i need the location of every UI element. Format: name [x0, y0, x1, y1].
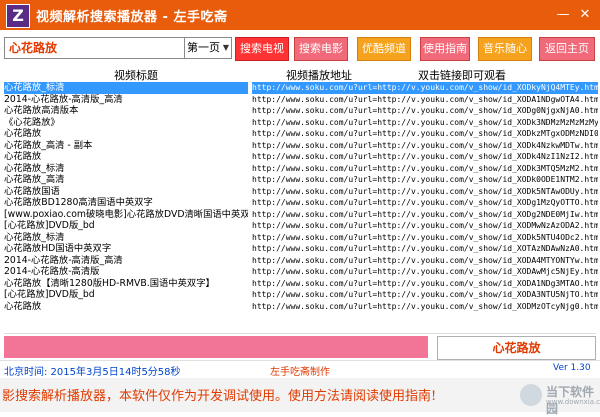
video-title: 心花路放HD国语中英双字	[4, 243, 112, 254]
video-title: 心花路放_标清	[4, 82, 248, 94]
table-row[interactable]: [心花路放]DVD版_bd http://www.soku.com/u?url=h…	[4, 220, 598, 232]
video-title: 心花路放高清版本	[4, 105, 79, 116]
footer-marquee: 影搜索解析播放器，本软件仅作为开发调试使用。使用方法请阅读使用指南!	[2, 389, 437, 404]
search-movie-button[interactable]: 搜索电影	[294, 37, 348, 61]
version-label: Ver 1.30	[553, 363, 591, 373]
table-row[interactable]: 2014-心花路放-高清版_高清 http://www.soku.com/u?ur…	[4, 255, 598, 267]
progress-bar	[4, 336, 428, 358]
video-url[interactable]: http://www.soku.com/u?url=http://v.youku…	[252, 243, 598, 255]
page-select[interactable]: 第一页 ▼	[184, 37, 232, 59]
close-button[interactable]: ✕	[578, 8, 592, 22]
video-title: 2014-心花路放-高清版_高清	[4, 254, 123, 266]
video-list[interactable]: 心花路放_标清 http://www.soku.com/u?url=http://…	[4, 82, 598, 332]
video-url[interactable]: http://www.soku.com/u?url=http://v.youku…	[252, 255, 598, 267]
video-url[interactable]: http://www.soku.com/u?url=http://v.youku…	[252, 289, 598, 301]
home-button[interactable]: 返回主页	[539, 37, 595, 61]
video-url[interactable]: http://www.soku.com/u?url=http://v.youku…	[252, 105, 598, 117]
table-row[interactable]: 心花路放HD国语中英双字 http://www.soku.com/u?url=ht…	[4, 243, 598, 255]
table-row[interactable]: 心花路放【清晰1280版HD-RMVB.国语中英双字】 http://www.so…	[4, 278, 598, 290]
video-url[interactable]: http://www.soku.com/u?url=http://v.youku…	[252, 151, 598, 163]
chevron-down-icon: ▼	[222, 43, 229, 52]
minimize-button[interactable]: —	[556, 8, 570, 22]
divider	[4, 333, 596, 334]
table-row[interactable]: 心花路放_标清 http://www.soku.com/u?url=http://…	[4, 232, 598, 244]
watermark-url: www.downxia.com	[546, 398, 600, 406]
page-select-value: 第一页	[187, 41, 220, 54]
video-url[interactable]: http://www.soku.com/u?url=http://v.youku…	[252, 140, 598, 152]
watermark-logo-icon	[520, 384, 542, 406]
table-row[interactable]: 心花路放_高清 - 副本 http://www.soku.com/u?url=ht…	[4, 140, 598, 152]
table-row[interactable]: 心花路放 http://www.soku.com/u?url=http://v.y…	[4, 301, 598, 313]
video-url[interactable]: http://www.soku.com/u?url=http://v.youku…	[252, 117, 598, 129]
youku-channel-button[interactable]: 优酷频道	[357, 37, 411, 61]
video-title: 心花路放_标清	[4, 162, 65, 174]
search-input[interactable]: 心花路放	[4, 37, 186, 59]
video-url[interactable]: http://www.soku.com/u?url=http://v.youku…	[252, 278, 598, 290]
table-row[interactable]: 心花路放国语 http://www.soku.com/u?url=http://v…	[4, 186, 598, 198]
header-hint: 双击链接即可观看	[418, 69, 506, 82]
app-icon: Z	[6, 4, 30, 28]
video-title: 2014-心花路放-高清版	[4, 266, 100, 277]
video-title: 心花路放	[4, 151, 42, 162]
video-title: 心花路放_标清	[4, 231, 65, 243]
music-button[interactable]: 音乐随心听	[478, 37, 532, 77]
video-url[interactable]: http://www.soku.com/u?url=http://v.youku…	[252, 232, 598, 244]
table-row[interactable]: [www.poxiao.com破晓电影]心花路放DVD清晰国语中英双字 http:…	[4, 209, 598, 221]
video-url[interactable]: http://www.soku.com/u?url=http://v.youku…	[252, 94, 598, 106]
video-url[interactable]: http://www.soku.com/u?url=http://v.youku…	[252, 82, 598, 94]
video-url[interactable]: http://www.soku.com/u?url=http://v.youku…	[252, 128, 598, 140]
table-row[interactable]: 心花路放高清版本 http://www.soku.com/u?url=http:/…	[4, 105, 598, 117]
video-title: 心花路放国语	[4, 185, 60, 197]
video-url[interactable]: http://www.soku.com/u?url=http://v.youku…	[252, 209, 598, 221]
video-title: [心花路放]DVD版_bd	[4, 289, 95, 300]
video-title: 心花路放BD1280高清国语中英双字	[4, 197, 153, 208]
header-title: 视频标题	[114, 69, 158, 82]
table-header: 视频标题 视频播放地址 双击链接即可观看	[4, 66, 598, 82]
search-tv-button[interactable]: 搜索电视剧	[235, 37, 289, 77]
beijing-time: 北京时间: 2015年3月5日14时5分58秒	[4, 367, 181, 378]
video-title: 心花路放【清晰1280版HD-RMVB.国语中英双字】	[4, 277, 215, 289]
video-title: [心花路放]DVD版_bd	[4, 220, 95, 231]
watermark: 当下软件园 www.downxia.com	[520, 382, 600, 416]
video-title: 心花路放_高清	[4, 174, 65, 185]
selected-title-display: 心花路放	[437, 336, 596, 360]
table-row[interactable]: 2014-心花路放-高清版 http://www.soku.com/u?url=h…	[4, 266, 598, 278]
video-title: 心花路放_高清 - 副本	[4, 139, 93, 151]
video-title: [www.poxiao.com破晓电影]心花路放DVD清晰国语中英双字	[4, 208, 248, 220]
table-row[interactable]: 心花路放_高清 http://www.soku.com/u?url=http://…	[4, 174, 598, 186]
video-url[interactable]: http://www.soku.com/u?url=http://v.youku…	[252, 266, 598, 278]
video-title: 《心花路放》	[4, 116, 60, 128]
author-credit: 左手吃斋制作	[270, 367, 330, 378]
table-row[interactable]: 2014-心花路放-高清版_高清 http://www.soku.com/u?ur…	[4, 94, 598, 106]
video-url[interactable]: http://www.soku.com/u?url=http://v.youku…	[252, 174, 598, 186]
video-title: 心花路放	[4, 300, 42, 312]
video-url[interactable]: http://www.soku.com/u?url=http://v.youku…	[252, 301, 598, 313]
video-url[interactable]: http://www.soku.com/u?url=http://v.youku…	[252, 186, 598, 198]
table-row[interactable]: 心花路放_标清 http://www.soku.com/u?url=http://…	[4, 163, 598, 175]
table-row[interactable]: 心花路放_标清 http://www.soku.com/u?url=http://…	[4, 82, 598, 94]
table-row[interactable]: [心花路放]DVD版_bd http://www.soku.com/u?url=h…	[4, 289, 598, 301]
video-url[interactable]: http://www.soku.com/u?url=http://v.youku…	[252, 220, 598, 232]
table-row[interactable]: 《心花路放》 http://www.soku.com/u?url=http://v…	[4, 117, 598, 129]
video-title: 心花路放	[4, 128, 42, 139]
table-row[interactable]: 心花路放 http://www.soku.com/u?url=http://v.y…	[4, 128, 598, 140]
table-row[interactable]: 心花路放BD1280高清国语中英双字 http://www.soku.com/u?…	[4, 197, 598, 209]
video-url[interactable]: http://www.soku.com/u?url=http://v.youku…	[252, 197, 598, 209]
header-url: 视频播放地址	[286, 69, 352, 82]
table-row[interactable]: 心花路放 http://www.soku.com/u?url=http://v.y…	[4, 151, 598, 163]
window-title: 视频解析搜索播放器 - 左手吃斋	[36, 10, 228, 25]
video-title: 2014-心花路放-高清版_高清	[4, 93, 123, 105]
video-url[interactable]: http://www.soku.com/u?url=http://v.youku…	[252, 163, 598, 175]
user-guide-button[interactable]: 使用指南	[420, 37, 470, 61]
